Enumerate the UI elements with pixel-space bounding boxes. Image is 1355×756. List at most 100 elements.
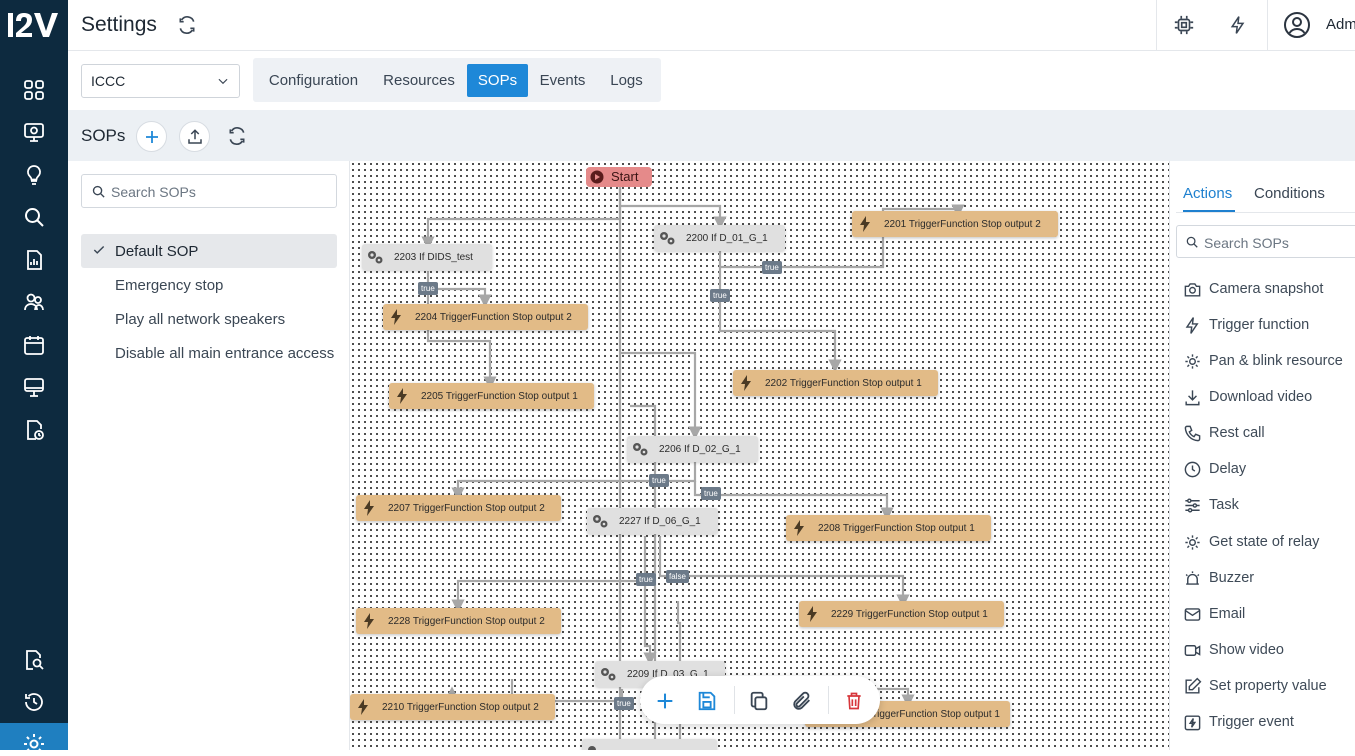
flow-node-2210[interactable]: 2210 TriggerFunction Stop output 2	[350, 694, 555, 720]
sop-search-input[interactable]: Search SOPs	[81, 174, 337, 208]
video-icon	[1184, 645, 1201, 656]
start-label: Start	[611, 169, 639, 184]
gear-icon	[1185, 354, 1200, 369]
add-sop-button[interactable]	[136, 121, 167, 152]
copy-icon	[750, 691, 768, 711]
check-icon	[93, 246, 105, 254]
search-icon[interactable]	[19, 202, 49, 232]
start-node[interactable]: Start	[586, 167, 652, 187]
site-select[interactable]: ICCC	[81, 64, 240, 98]
action-label: Pan & blink resource	[1209, 353, 1343, 369]
avatar[interactable]	[1270, 0, 1324, 50]
trash-icon	[847, 692, 861, 710]
flow-node-2227[interactable]: 2227 If D_06_G_1	[587, 508, 718, 534]
settings-nav-active[interactable]	[0, 723, 68, 754]
top-header: Settings Adm	[68, 0, 1355, 51]
users-icon[interactable]	[19, 287, 49, 317]
flow-node-2202[interactable]: 2202 TriggerFunction Stop output 1	[733, 370, 938, 396]
settings-tabs: Configuration Resources SOPs Events Logs	[253, 58, 661, 102]
sop-item-default[interactable]: Default SOP	[81, 234, 337, 268]
canvas-floating-toolbar	[640, 676, 880, 724]
sop-item-disable-entrance[interactable]: Disable all main entrance access	[81, 336, 337, 370]
copy-button[interactable]	[744, 686, 774, 716]
phone-icon	[1184, 425, 1201, 442]
sop-heading: SOPs	[81, 126, 126, 145]
chip-icon[interactable]	[1157, 0, 1211, 50]
tab-sops[interactable]: SOPs	[467, 64, 528, 97]
actions-search-input[interactable]: Search SOPs	[1176, 225, 1355, 258]
flow-node-2205[interactable]: 2205 TriggerFunction Stop output 1	[389, 383, 594, 409]
tab-actions[interactable]: Actions	[1183, 185, 1232, 202]
tab-events[interactable]: Events	[536, 64, 589, 97]
page-title: Settings	[81, 13, 157, 36]
gears-icon	[595, 661, 621, 687]
flow-node-2208[interactable]: 2208 TriggerFunction Stop output 1	[786, 515, 991, 541]
true-badge: true	[418, 282, 438, 295]
lightbulb-icon[interactable]	[19, 160, 49, 190]
sop-item-emergency-stop[interactable]: Emergency stop	[81, 268, 337, 302]
add-node-button[interactable]	[650, 686, 680, 716]
report-icon[interactable]	[19, 245, 49, 275]
refresh-sops-icon[interactable]	[227, 126, 247, 146]
node-label: 2205 TriggerFunction Stop output 1	[421, 390, 578, 402]
node-label: 2206 If D_02_G_1	[659, 443, 741, 455]
true-badge: true	[710, 289, 730, 302]
action-label: Trigger event	[1209, 714, 1294, 730]
delete-button[interactable]	[839, 686, 869, 716]
calendar-icon[interactable]	[19, 330, 49, 360]
action-label: Show video	[1209, 642, 1284, 658]
attach-button[interactable]	[787, 686, 817, 716]
gears-icon	[627, 436, 653, 462]
lightning-icon	[383, 304, 409, 330]
sliders-icon	[1185, 498, 1200, 513]
search-doc-icon[interactable]	[19, 645, 49, 675]
download-icon	[1185, 390, 1200, 406]
flow-node-partial[interactable]	[582, 739, 717, 750]
flow-node-2228[interactable]: 2228 TriggerFunction Stop output 2	[356, 608, 561, 634]
dashboard-grid-icon[interactable]	[19, 75, 49, 105]
play-icon	[590, 170, 604, 184]
node-label: 2228 TriggerFunction Stop output 2	[388, 615, 545, 627]
lightning-icon	[786, 515, 812, 541]
lightning-icon	[389, 383, 415, 409]
history-icon[interactable]	[19, 687, 49, 717]
display-icon[interactable]	[19, 372, 49, 402]
chevron-down-icon	[218, 78, 228, 85]
lightning-icon[interactable]	[1211, 0, 1265, 50]
flow-node-2207[interactable]: 2207 TriggerFunction Stop output 2	[356, 495, 561, 521]
node-label: 2201 TriggerFunction Stop output 2	[884, 218, 1041, 230]
upload-icon	[187, 128, 202, 144]
node-label: 2200 If D_01_G_1	[686, 232, 768, 244]
node-label: 2229 TriggerFunction Stop output 1	[831, 608, 988, 620]
flow-node-2229[interactable]: 2229 TriggerFunction Stop output 1	[799, 601, 1004, 627]
gears-icon	[582, 739, 608, 750]
gears-icon	[654, 225, 680, 251]
flow-node-2206[interactable]: 2206 If D_02_G_1	[627, 436, 758, 462]
node-label: 2202 TriggerFunction Stop output 1	[765, 377, 922, 389]
refresh-icon[interactable]	[177, 15, 197, 35]
lightning-icon	[356, 608, 382, 634]
flow-node-2203[interactable]: 2203 If DIDS_test	[362, 244, 492, 270]
sop-item-play-speakers[interactable]: Play all network speakers	[81, 302, 337, 336]
flow-node-2204[interactable]: 2204 TriggerFunction Stop output 2	[383, 304, 588, 330]
flow-node-2200[interactable]: 2200 If D_01_G_1	[654, 225, 785, 251]
user-name[interactable]: Adm	[1326, 16, 1355, 33]
gears-icon	[362, 244, 388, 270]
action-label: Email	[1209, 606, 1246, 622]
tab-logs[interactable]: Logs	[603, 64, 650, 97]
tab-resources[interactable]: Resources	[379, 64, 459, 97]
sop-flow-canvas[interactable]: Start 2201 TriggerFunction Stop output 2…	[350, 161, 1169, 750]
schedule-doc-icon[interactable]	[19, 415, 49, 445]
tab-conditions[interactable]: Conditions	[1254, 185, 1325, 202]
tab-configuration[interactable]: Configuration	[265, 64, 362, 97]
true-badge: true	[636, 573, 656, 586]
action-label: Get state of relay	[1209, 534, 1320, 550]
node-label: 2210 TriggerFunction Stop output 2	[382, 701, 539, 713]
save-button[interactable]	[692, 686, 722, 716]
action-label: Rest call	[1209, 425, 1265, 441]
upload-sop-button[interactable]	[179, 121, 210, 152]
monitor-camera-icon[interactable]	[19, 117, 49, 147]
lightning-icon	[1185, 317, 1199, 334]
action-label: Set property value	[1209, 678, 1327, 694]
flow-node-2201[interactable]: 2201 TriggerFunction Stop output 2	[852, 211, 1058, 237]
